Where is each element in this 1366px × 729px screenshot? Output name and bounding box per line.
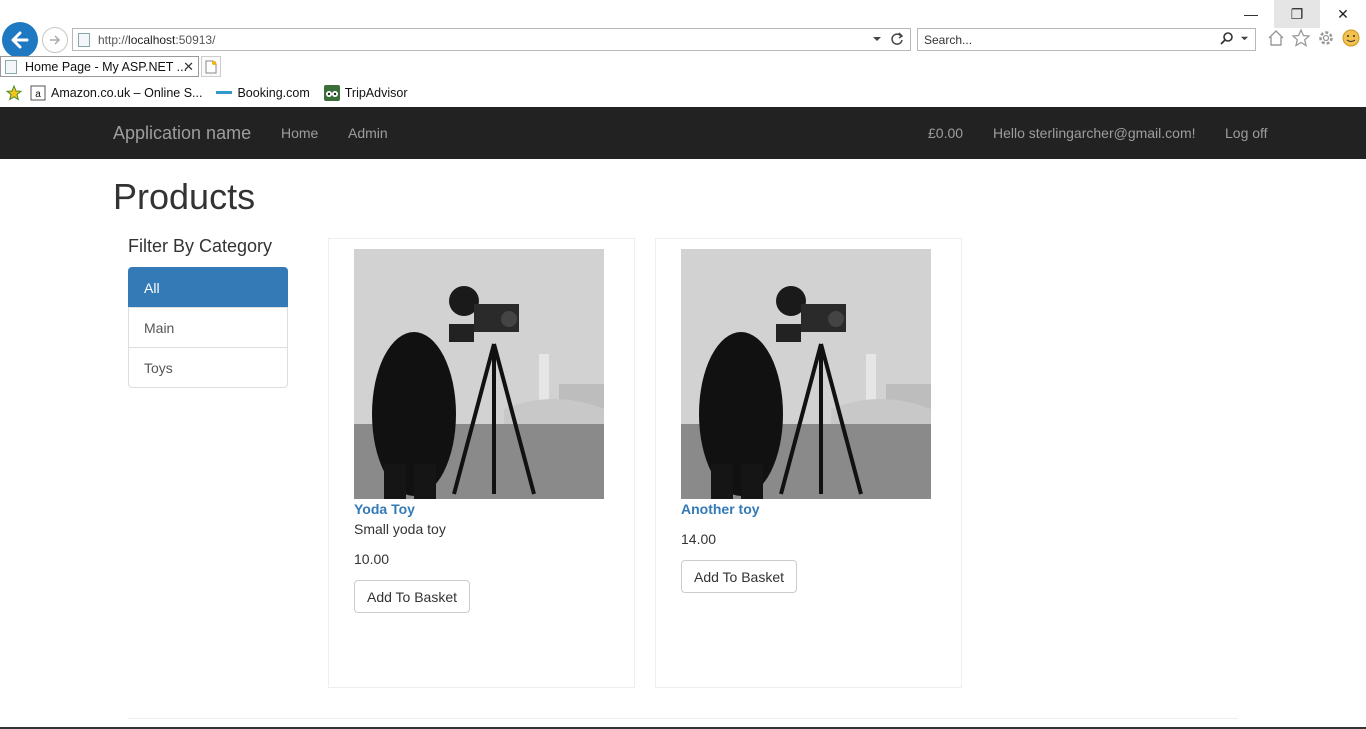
basket-total-link[interactable]: £0.00 (928, 125, 963, 141)
favorite-tripadvisor[interactable]: TripAdvisor (323, 85, 408, 101)
favorites-bar: a Amazon.co.uk – Online S... Booking.com… (0, 81, 1366, 105)
new-tab-button[interactable] (201, 56, 221, 77)
page-icon (78, 32, 90, 47)
close-tab-icon[interactable]: ✕ (183, 59, 194, 75)
product-card: Another toy 14.00 Add To Basket (655, 238, 962, 688)
arrow-left-icon (11, 31, 29, 49)
page-title: Products (113, 176, 256, 217)
close-window-button[interactable]: ✕ (1320, 0, 1366, 28)
page-icon (5, 59, 17, 74)
category-item-toys[interactable]: Toys (128, 347, 288, 388)
forward-button[interactable] (42, 27, 68, 53)
arrow-right-icon (50, 35, 61, 45)
logoff-link[interactable]: Log off (1225, 125, 1268, 141)
favorite-amazon[interactable]: a Amazon.co.uk – Online S... (30, 85, 202, 101)
filter-title: Filter By Category (128, 236, 273, 256)
url-prefix: http:// (98, 32, 129, 47)
gear-icon[interactable] (1316, 28, 1336, 48)
product-price: 10.00 (354, 551, 390, 567)
back-button[interactable] (2, 22, 38, 58)
restore-button[interactable]: ❐ (1274, 0, 1320, 28)
url-host: localhost (128, 32, 176, 47)
footer-divider (128, 718, 1238, 719)
product-description: Small yoda toy (354, 521, 446, 537)
nav-home-link[interactable]: Home (281, 125, 318, 141)
category-item-all[interactable]: All (128, 267, 288, 308)
add-to-basket-button[interactable]: Add To Basket (354, 580, 471, 613)
tab-title: Home Page - My ASP.NET ... (25, 59, 188, 74)
product-image (681, 249, 931, 499)
search-icon[interactable] (1220, 31, 1234, 45)
svg-text:a: a (35, 89, 41, 100)
window-controls: — ❐ ✕ (1228, 0, 1366, 28)
booking-icon (216, 91, 233, 94)
add-to-basket-button[interactable]: Add To Basket (681, 560, 798, 593)
dropdown-arrow-icon[interactable] (872, 34, 882, 44)
site-navbar: Application name Home Admin £0.00 Hello … (0, 107, 1366, 159)
favorite-label: Booking.com (237, 86, 310, 100)
favorite-label: TripAdvisor (344, 86, 408, 100)
browser-search-input[interactable]: Search... (917, 28, 1256, 51)
chevron-down-icon[interactable] (1240, 34, 1249, 43)
category-list: All Main Toys (128, 267, 288, 388)
refresh-icon[interactable] (890, 32, 904, 46)
tripadvisor-icon (323, 85, 340, 101)
favorite-booking[interactable]: Booking.com (216, 85, 310, 101)
browser-tab[interactable]: Home Page - My ASP.NET ... ✕ (0, 56, 199, 77)
nav-admin-link[interactable]: Admin (348, 125, 388, 141)
browser-chrome: — ❐ ✕ http://localhost:50913/ Search... … (0, 0, 1366, 107)
star-icon[interactable] (1291, 28, 1311, 48)
home-icon[interactable] (1266, 28, 1286, 48)
favorites-star-icon[interactable] (6, 85, 22, 101)
smiley-icon[interactable] (1341, 28, 1361, 48)
url-rest: :50913/ (175, 32, 216, 47)
search-placeholder: Search... (924, 33, 973, 47)
new-tab-icon (205, 60, 217, 73)
category-item-main[interactable]: Main (128, 307, 288, 348)
product-card: Yoda Toy Small yoda toy 10.00 Add To Bas… (328, 238, 635, 688)
user-greeting-link[interactable]: Hello sterlingarcher@gmail.com! (993, 125, 1196, 141)
browser-toolbar-icons (1266, 28, 1361, 48)
product-price: 14.00 (681, 531, 717, 547)
brand-link[interactable]: Application name (113, 123, 251, 144)
minimize-button[interactable]: — (1228, 0, 1274, 28)
address-bar[interactable]: http://localhost:50913/ (72, 28, 911, 51)
amazon-icon: a (30, 85, 46, 101)
product-name-link[interactable]: Yoda Toy (354, 501, 415, 517)
product-image (354, 249, 604, 499)
favorite-label: Amazon.co.uk – Online S... (51, 86, 203, 100)
product-name-link[interactable]: Another toy (681, 501, 760, 517)
